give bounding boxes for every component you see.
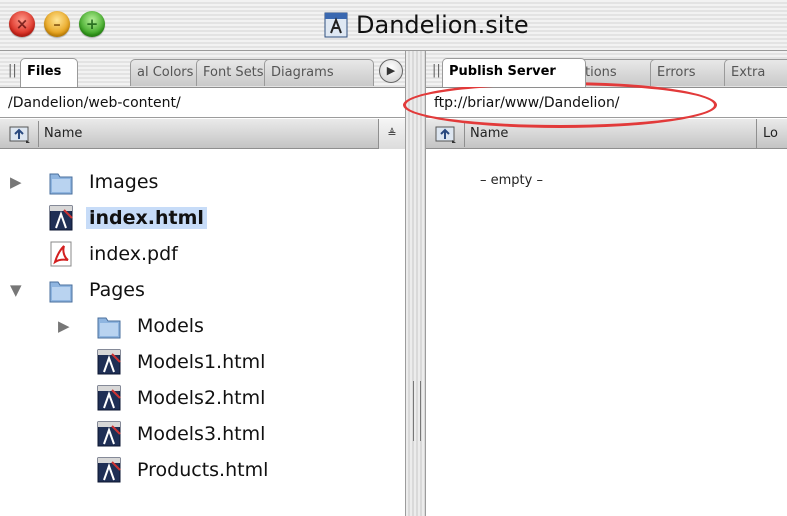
title-bar: × – + Dandelion.site [0,0,787,51]
item-label: index.html [86,207,207,229]
disclosure-collapsed-icon[interactable]: ▶ [10,173,22,191]
pdf-file-icon [50,241,72,267]
folder-icon [97,317,121,339]
close-button[interactable]: × [9,11,35,37]
disclosure-collapsed-icon[interactable]: ▶ [58,317,70,335]
tab-diagrams[interactable]: Diagrams [264,59,374,86]
folder-icon [49,281,73,303]
left-column-header: Name ≜ [0,119,405,149]
list-item[interactable]: Models2.html [96,381,265,415]
tab-grip-icon[interactable]: || [8,63,17,78]
html-file-icon [97,421,121,447]
zoom-icon: + [85,15,99,33]
html-file-icon [97,457,121,483]
empty-list-text: – empty – [480,173,543,188]
right-column-header: Name Lo [426,119,787,149]
close-icon: × [15,15,29,33]
tab-publish-server[interactable]: Publish Server [442,58,586,87]
list-item-selected[interactable]: index.html [48,201,207,235]
up-folder-icon [9,126,30,143]
tab-overflow-icon[interactable]: ▶ [379,59,403,83]
disclosure-expanded-icon[interactable]: ▼ [10,281,22,299]
minimize-button[interactable]: – [44,11,70,37]
column-location[interactable]: Lo [756,119,787,149]
tab-extra[interactable]: Extra [724,59,787,86]
html-file-icon [97,349,121,375]
html-file-icon [97,385,121,411]
window-title-area: Dandelion.site [322,7,529,43]
tab-files[interactable]: Files [20,58,78,87]
folder-icon [49,173,73,195]
minimize-icon: – [53,15,61,33]
list-item[interactable]: ▼ Pages [10,273,145,307]
column-name[interactable]: Name [44,119,82,149]
item-label: Models1.html [137,351,266,373]
window-title: Dandelion.site [356,11,529,39]
up-folder-icon [435,126,456,143]
right-tab-bar: || tions Errors Extra Publish Server [426,51,787,88]
tab-grip-icon[interactable]: || [432,63,441,78]
item-label: Images [89,171,159,193]
left-path-bar: /Dandelion/web-content/ [0,88,405,118]
server-path-bar: ftp://briar/www/Dandelion/ [426,88,787,118]
item-label: Models [137,315,204,337]
item-label: Models3.html [137,423,266,445]
sort-order-button[interactable]: ≜ [378,119,405,149]
html-file-icon [49,205,73,231]
item-label: Pages [89,279,145,301]
zoom-button[interactable]: + [79,11,105,37]
pane-splitter[interactable] [405,51,426,516]
left-tab-bar: || al Colors Font Sets Diagrams Files ▶ [0,51,405,88]
up-folder-button[interactable] [428,121,465,147]
publish-pane: || tions Errors Extra Publish Server ftp… [426,51,787,516]
list-item[interactable]: ▶ Images [10,165,158,199]
list-item[interactable]: Models3.html [96,417,265,451]
files-pane: || al Colors Font Sets Diagrams Files ▶ … [0,51,405,516]
up-folder-button[interactable] [2,121,39,147]
item-label: Models2.html [137,387,266,409]
column-name[interactable]: Name [470,119,508,149]
item-label: Products.html [137,459,269,481]
site-document-icon[interactable] [322,11,350,39]
list-item[interactable]: Models1.html [96,345,265,379]
item-label: index.pdf [89,243,178,265]
list-item[interactable]: index.pdf [48,237,178,271]
splitter-grip-icon[interactable] [413,381,421,441]
list-item[interactable]: Products.html [96,453,268,487]
list-item[interactable]: ▶ Models [58,309,204,343]
